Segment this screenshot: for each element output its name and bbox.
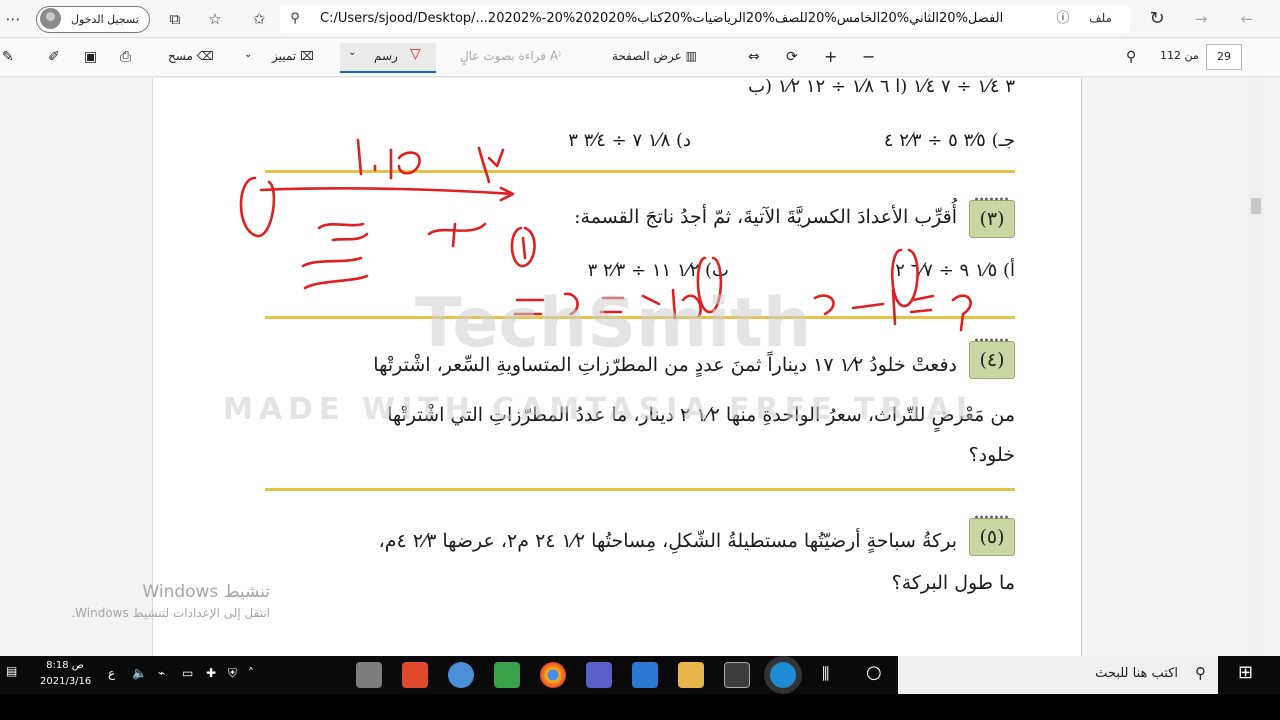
draw-button[interactable]: ⌄ رسم ▽ [340,43,436,73]
tray-app-icon[interactable]: ✚ [206,666,216,680]
taskbar: ▤ 8:18 ص 2021/3/16 ع 🔈 ⌁ ▭ ✚ ⛨ ˄ ⫼ ○ اكت… [0,656,1280,694]
scrollbar-thumb[interactable] [1251,198,1261,214]
collections-icon[interactable]: ⧉ [164,8,186,30]
clock-date: 2021/3/16 [40,676,92,687]
login-label: تسجيل الدخول [71,13,139,26]
browser-address-bar: ⋯ تسجيل الدخول ⧉ ☆ ✩ ⚲ C:/Users/sjood/De… [0,0,1280,38]
fit-width-icon[interactable]: ⇔ [748,49,760,65]
security-icon[interactable]: ⛨ [228,666,237,681]
info-icon[interactable]: ⓘ [1052,8,1074,30]
read-aloud-label: قراءة بصوت عالٍ [460,49,547,63]
read-aloud-icon: A⁾ [549,49,562,63]
calculator-icon[interactable] [356,662,382,688]
start-icon[interactable]: ⊞ [1238,662,1253,683]
clock[interactable]: 8:18 ص 2021/3/16 [40,658,92,690]
activation-title: تنشيط Windows [142,582,270,602]
screen: ⋯ تسجيل الدخول ⧉ ☆ ✩ ⚲ C:/Users/sjood/De… [0,0,1280,656]
back-icon[interactable]: ← [1236,8,1258,30]
language-indicator[interactable]: ع [108,666,115,680]
ink-eq-right [813,288,972,332]
page-number-input[interactable]: 29 [1206,44,1242,70]
search-icon: ⚲ [1195,664,1206,682]
ink-word-1 [317,222,369,242]
page-total: من 112 [1160,49,1199,62]
draw-dropdown-icon[interactable]: ⌄ [348,47,356,58]
file-label: ملف [1089,11,1112,25]
pdf-toolbar: ✎ ✐ ▣ ⎙ مسح ⌫ ⌄ تمييز ⌧ ⌄ رسم ▽ قراءة بص… [0,39,1280,77]
page-view-label: عرض الصفحة [612,49,682,63]
print-icon[interactable]: ⎙ [120,49,131,65]
pen-icon: ▽ [410,46,421,62]
address-field[interactable]: ⚲ C:/Users/sjood/Desktop/...20202%-20%20… [280,5,1130,33]
explorer-icon[interactable] [678,662,704,688]
ink-number-line [259,186,515,202]
rotate-icon[interactable]: ⟳ [786,49,798,65]
ink-digit-1 [356,138,363,176]
ink-circle-12 [239,176,276,238]
highlight-label: تمييز [272,49,297,63]
activation-subtitle: انتقل إلى الإعدادات لتنشيط Windows. [71,606,270,620]
zoom-icon[interactable]: ⚲ [284,8,306,30]
ink-circle-67 [890,248,919,308]
save-icon[interactable]: ▣ [84,49,97,65]
store-icon[interactable] [724,662,750,688]
camtasia-recorder-icon[interactable] [494,662,520,688]
chevron-up-icon[interactable]: ˄ [248,666,254,680]
network-icon[interactable]: ⌁ [158,666,165,680]
add-notes-icon[interactable]: ✐ [48,49,60,65]
battery-icon[interactable]: ▭ [182,666,193,680]
scrollbar[interactable] [1248,78,1264,656]
chrome-icon[interactable] [540,662,566,688]
ink-digit-15 [373,148,421,180]
eraser-icon: ⌫ [196,49,214,63]
taskbar-search[interactable]: اكتب هنا للبحث ⚲ [898,656,1218,694]
task-view-icon[interactable]: ⫼ [822,664,829,684]
ink-digit-3-top [477,146,505,184]
edge-icon[interactable] [770,662,796,688]
forward-icon[interactable]: → [1190,8,1212,30]
draw-label: رسم [374,49,398,63]
clock-time: 8:18 ص [46,660,84,671]
watermark-trial: MADE WITH CAMTASIA FREE TRIAL [223,392,982,427]
book-icon: ▥ [685,49,697,63]
erase-label: مسح [168,49,193,63]
ink-annotations [239,138,972,332]
paint-icon[interactable] [448,662,474,688]
search-icon[interactable]: ⚲ [1126,49,1136,65]
notification-icon[interactable]: ▤ [6,664,17,678]
mail-icon[interactable] [632,662,658,688]
more-icon[interactable]: ⋯ [2,8,24,30]
add-favorite-icon[interactable]: ✩ [248,8,270,30]
watermark-logo: TechSmith [415,284,812,363]
highlight-dropdown-icon[interactable]: ⌄ [244,49,252,60]
url-text: C:/Users/sjood/Desktop/...20202%-20%2020… [320,11,1004,26]
favorites-icon[interactable]: ☆ [204,8,226,30]
refresh-icon[interactable]: ↻ [1146,8,1168,30]
highlighter-icon: ⌧ [299,49,314,63]
zoom-in-icon[interactable]: + [824,47,837,66]
volume-icon[interactable]: 🔈 [132,666,147,680]
ink-word-3 [427,222,487,248]
cortana-icon[interactable]: ○ [866,662,882,683]
ink-circle-1 [510,226,536,268]
read-aloud-button[interactable]: قراءة بصوت عالٍ A⁾ [460,49,561,63]
camtasia-icon[interactable] [402,662,428,688]
erase-button[interactable]: مسح ⌫ [168,49,214,63]
highlight-button[interactable]: تمييز ⌧ [272,49,314,63]
page-view-button[interactable]: عرض الصفحة ▥ [612,49,697,63]
profile-icon[interactable] [40,8,61,29]
pin-icon[interactable]: ✎ [2,49,14,65]
search-placeholder: اكتب هنا للبحث [1095,666,1178,681]
pdf-page: ٣ ١⁄٤ ÷ ٧ ١⁄٤ (أ ٦ ١⁄٨ ÷ ١٢ ١⁄٢ (ب جـ) ٣… [152,78,1082,656]
ink-word-2 [301,256,369,290]
zoom-out-icon[interactable]: − [862,47,875,66]
teams-icon[interactable] [586,662,612,688]
